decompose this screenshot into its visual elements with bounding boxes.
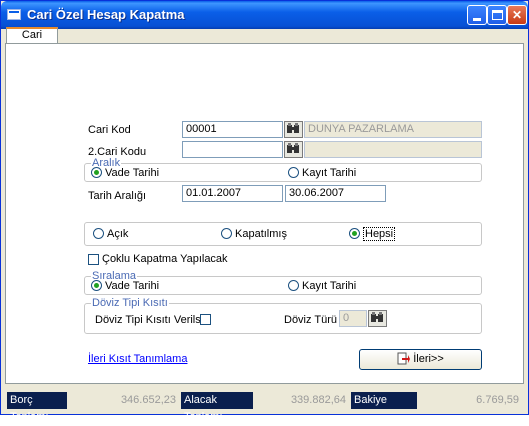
cari-kod-lookup-button[interactable]: [284, 121, 303, 138]
doviz-group: Döviz Tipi Kısıtı Döviz Tipi Kısıtı Veri…: [84, 297, 482, 334]
next-arrow-icon: [397, 352, 411, 365]
tab-panel: Cari Kod 00001 DUNYA PAZARLAMA 2.Cari Ko…: [5, 43, 524, 384]
maximize-icon: [492, 10, 503, 20]
doviz-kisit-label: Döviz Tipi Kısıtı Verilsin: [95, 314, 210, 326]
cari-kod-input[interactable]: 00001: [182, 121, 283, 138]
doviz-turu-input: 0: [339, 310, 367, 327]
aralik-vade-radio[interactable]: Vade Tarihi: [91, 167, 159, 179]
cari-kod-label: Cari Kod: [88, 124, 131, 136]
tarih-end-input[interactable]: 30.06.2007: [285, 185, 386, 202]
lookup-icon: [287, 123, 299, 133]
cari-name-field: DUNYA PAZARLAMA: [304, 121, 482, 138]
doviz-title: Döviz Tipi Kısıtı: [91, 297, 169, 309]
alacak-label: Alacak Toplamı: [181, 392, 253, 423]
status-bar: Borç Toplamı 346.652,23 Alacak Toplamı 3…: [5, 387, 524, 423]
cari-kodu2-input[interactable]: [182, 141, 283, 158]
coklu-checkbox[interactable]: [88, 254, 99, 265]
ileri-kisit-link[interactable]: İleri Kısıt Tanımlama: [88, 353, 187, 365]
status-hepsi-radio[interactable]: Hepsi: [349, 227, 396, 241]
tarih-araligi-label: Tarih Aralığı: [88, 190, 147, 202]
cari-kodu2-name-field: [304, 141, 482, 158]
coklu-label: Çoklu Kapatma Yapılacak: [102, 253, 228, 265]
tab-cari-bilgisi[interactable]: Cari Bilgisi: [6, 27, 58, 54]
doviz-turu-lookup-button[interactable]: [368, 310, 387, 327]
cari-kodu2-lookup-button[interactable]: [284, 141, 303, 158]
aralik-kayit-radio[interactable]: Kayıt Tarihi: [288, 167, 356, 179]
close-icon: ✕: [511, 8, 523, 22]
status-group: Açık Kapatılmış Hepsi: [84, 222, 482, 246]
aralik-group: Aralık Vade Tarihi Kayıt Tarihi: [84, 157, 482, 182]
doviz-kisit-checkbox[interactable]: [200, 314, 211, 325]
lookup-icon: [371, 312, 383, 322]
main-window: Cari Özel Hesap Kapatma ✕ Cari Bilgisi C…: [0, 0, 529, 423]
doviz-turu-label: Döviz Türü: [284, 314, 337, 326]
status-kapatilmis-radio[interactable]: Kapatılmış: [221, 228, 287, 240]
borc-label: Borç Toplamı: [7, 392, 67, 423]
maximize-button[interactable]: [487, 5, 507, 25]
titlebar[interactable]: Cari Özel Hesap Kapatma ✕: [1, 1, 528, 29]
close-button[interactable]: ✕: [507, 5, 527, 25]
window-title: Cari Özel Hesap Kapatma: [27, 7, 185, 22]
window-icon: [7, 9, 21, 20]
borc-value: 346.652,23: [67, 392, 179, 409]
bakiye-value: 6.769,59: [417, 392, 522, 409]
siralama-kayit-radio[interactable]: Kayıt Tarihi: [288, 280, 356, 292]
tab-strip: Cari Bilgisi: [3, 27, 526, 54]
siralama-vade-radio[interactable]: Vade Tarihi: [91, 280, 159, 292]
lookup-icon: [287, 143, 299, 153]
bakiye-label: Bakiye: [351, 392, 417, 409]
minimize-icon: [473, 18, 481, 21]
siralama-group: Sıralama Vade Tarihi Kayıt Tarihi: [84, 270, 482, 295]
minimize-button[interactable]: [467, 5, 487, 25]
status-acik-radio[interactable]: Açık: [93, 228, 128, 240]
next-button[interactable]: İleri>>: [359, 349, 482, 370]
alacak-value: 339.882,64: [253, 392, 349, 409]
tarih-start-input[interactable]: 01.01.2007: [182, 185, 283, 202]
